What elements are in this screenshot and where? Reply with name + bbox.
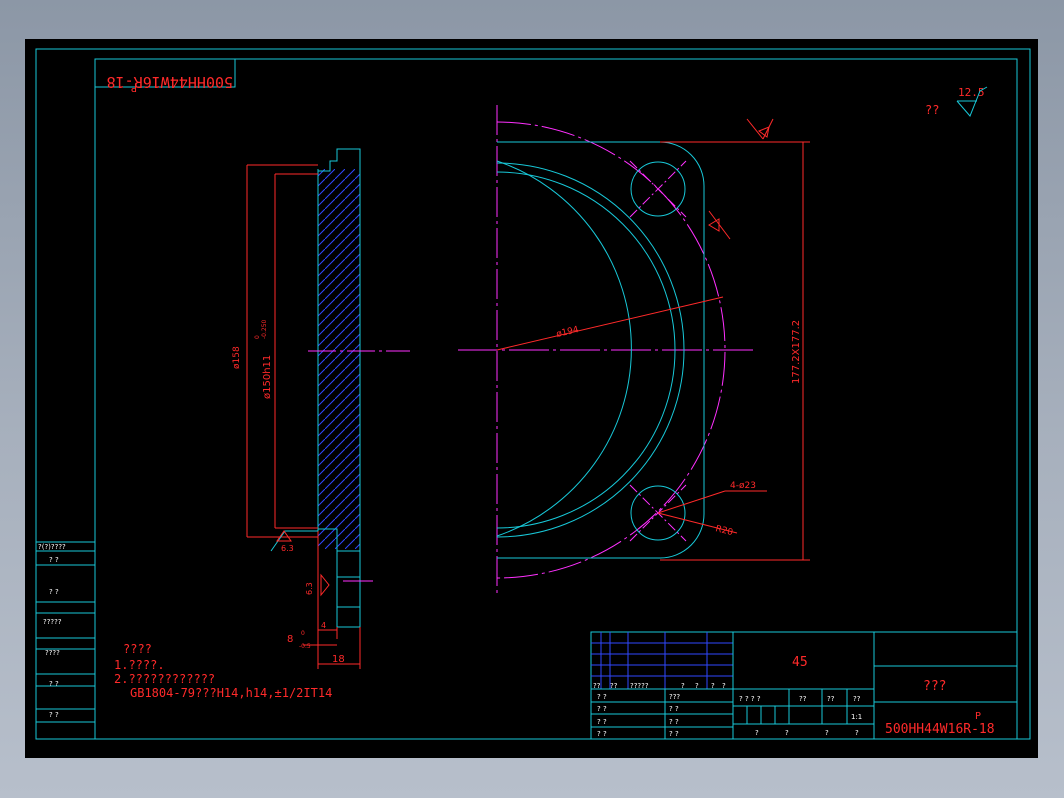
drawing-p-text: P	[975, 711, 981, 722]
left-label: ? ?	[597, 693, 607, 701]
rev-cell: ?	[681, 682, 685, 690]
mirrored-p-text: P	[131, 82, 137, 93]
dim-w8-lower: -0.5	[299, 643, 311, 650]
mid-label: ???	[669, 693, 680, 701]
side-table-row: ????	[45, 649, 60, 657]
side-table-row: ? ?	[49, 556, 59, 564]
rev-cell: ??	[593, 682, 601, 690]
notes-line3: GB1804-79???H14,h14,±1/2IT14	[130, 686, 332, 700]
side-table-header: ?(?)????	[38, 543, 66, 551]
bottom-cell: ?	[825, 729, 829, 737]
bottom-cell: ?	[855, 729, 859, 737]
dim-square: 177.2X177.2	[791, 320, 802, 384]
notes-line2: 2.????????????	[114, 672, 215, 686]
side-table: ?(?)???? ? ? ? ? ????? ???? ? ? ? ?	[35, 541, 96, 740]
material-text: 45	[792, 655, 808, 670]
dim-w4: 4	[321, 621, 326, 630]
mirrored-title-box: 500HH44W16R-18 P	[94, 58, 236, 93]
stage-header: ??	[853, 695, 861, 703]
side-table-row: ? ?	[49, 711, 59, 719]
cad-viewport[interactable]: 500HH44W16R-18 P ?? 12.5 ø158 ø150h11 0	[25, 39, 1038, 758]
rough-b: 6.3	[305, 582, 314, 595]
section-view: ø158 ø150h11 0 -0.250 18 4 8 0 -0.5 6.3 …	[232, 148, 410, 669]
dim-d194: ø194	[555, 325, 580, 340]
part-name-text: ???	[923, 679, 946, 694]
rev-cell: ?	[711, 682, 715, 690]
rev-cell: ?	[695, 682, 699, 690]
dim-d158: ø158	[232, 346, 242, 369]
side-table-row: ?????	[43, 618, 62, 626]
drawing-number-text: 500HH44W16R-18	[885, 722, 995, 737]
mid-label: ? ?	[669, 705, 679, 713]
left-label: ? ?	[597, 705, 607, 713]
dim-d150-lower: -0.250	[261, 319, 268, 339]
notes-line1: 1.????.	[114, 658, 165, 672]
rev-cell: ?	[722, 682, 726, 690]
stage-header: ??	[799, 695, 807, 703]
dim-d150: ø150h11	[262, 355, 273, 399]
roughness-value: 12.5	[958, 86, 985, 99]
dim-holes: 4-ø23	[730, 481, 756, 491]
scale-text: 1:1	[851, 713, 862, 721]
mid-label: ? ?	[669, 718, 679, 726]
inner-frame	[94, 58, 1018, 740]
notes-heading: ????	[123, 642, 152, 656]
mirrored-title-text: 500HH44W16R-18	[107, 73, 233, 91]
dim-w18: 18	[332, 654, 345, 665]
outer-border	[35, 48, 1031, 740]
mid-label: ? ?	[669, 730, 679, 738]
stage-header: ??	[827, 695, 835, 703]
side-table-row: ? ?	[49, 680, 59, 688]
dim-w8-upper: 0	[301, 630, 305, 637]
rev-cell: ?????	[630, 682, 649, 690]
drawing-sheet: 500HH44W16R-18 P ?? 12.5 ø158 ø150h11 0	[35, 48, 1031, 740]
side-table-row: ? ?	[49, 588, 59, 596]
title-block: 45 ??? P 500HH44W16R-18 1:1 ?? ?? ????? …	[590, 631, 1018, 740]
dim-d150-upper: 0	[254, 335, 261, 339]
technical-notes: ???? 1.????. 2.???????????? GB1804-79???…	[114, 642, 332, 700]
front-view: ø194 177.2X177.2 4-ø23 R20	[458, 105, 810, 597]
dim-r20: R20	[714, 524, 734, 538]
rev-cell: ??	[610, 682, 618, 690]
roughness-symbol: ?? 12.5	[925, 86, 988, 117]
bottom-cell: ?	[755, 729, 759, 737]
bottom-cell: ?	[785, 729, 789, 737]
hatch-area	[318, 169, 360, 549]
dim-w8: 8	[287, 634, 293, 645]
roughness-label: ??	[925, 103, 939, 117]
left-label: ? ?	[597, 718, 607, 726]
stage-header: ? ? ? ?	[739, 695, 761, 703]
left-label: ? ?	[597, 730, 607, 738]
rough-a: 6.3	[281, 544, 294, 553]
